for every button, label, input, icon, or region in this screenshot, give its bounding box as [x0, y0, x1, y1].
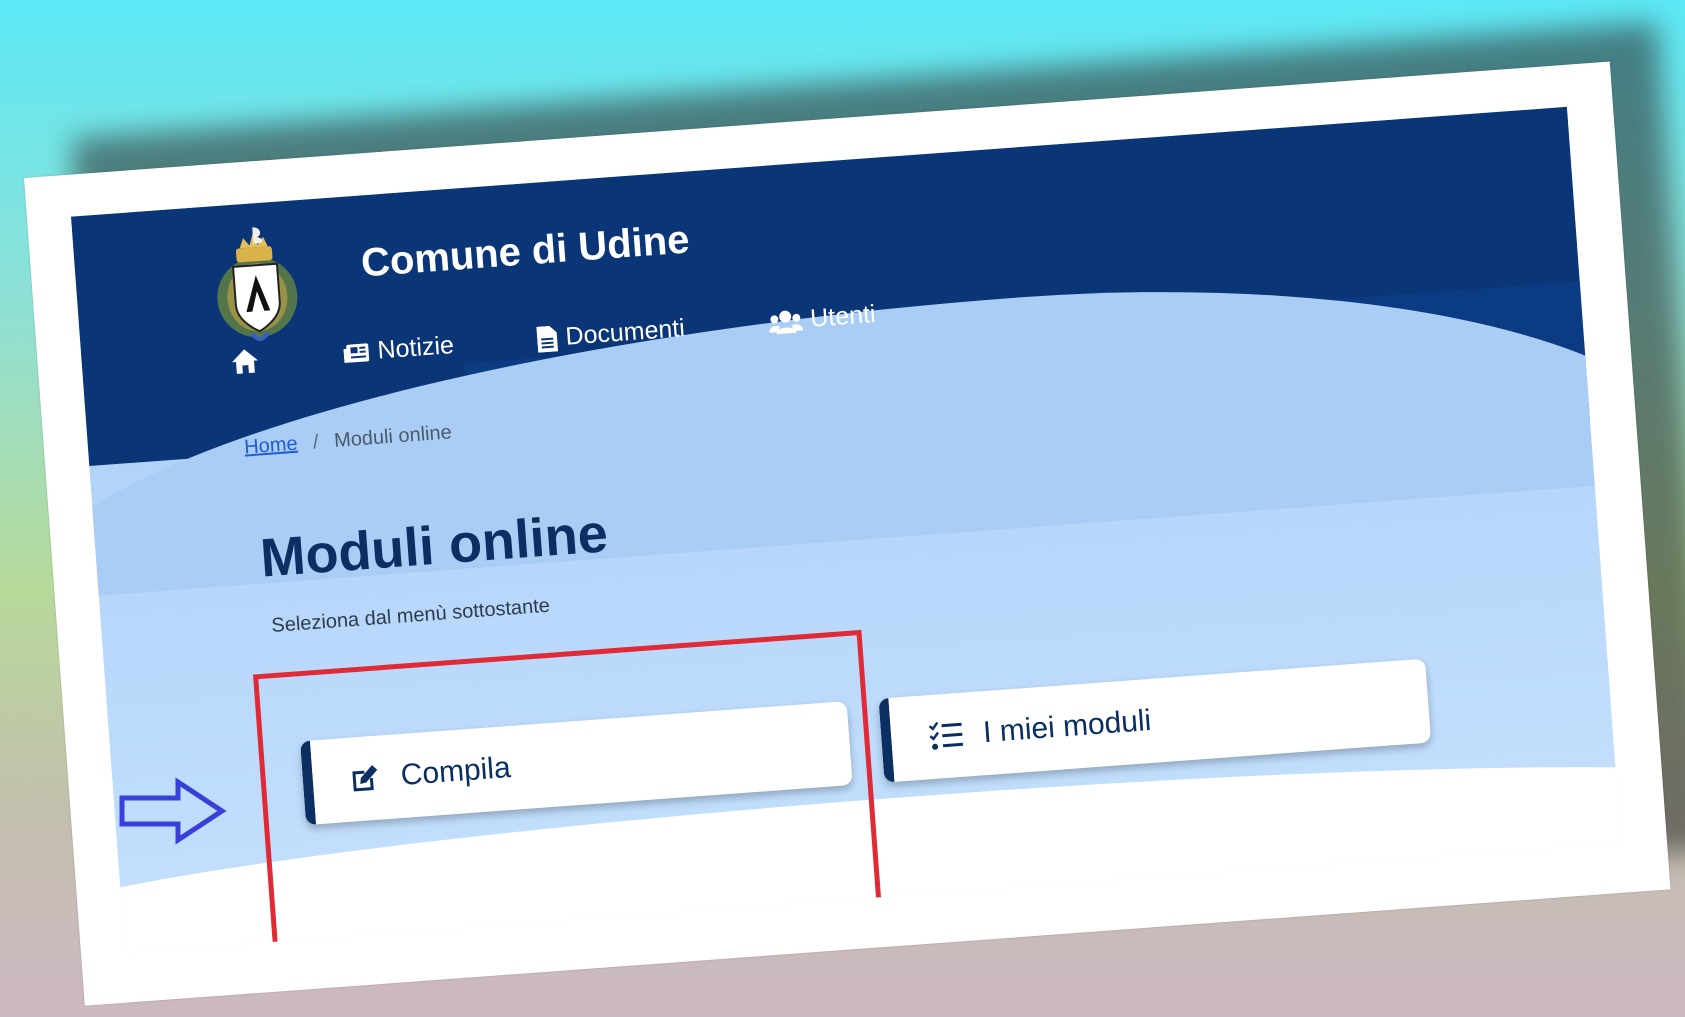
arrow-right-icon	[119, 777, 227, 845]
nav-home[interactable]	[229, 346, 261, 376]
municipal-crest-icon[interactable]	[204, 222, 309, 349]
nav-label: Notizie	[376, 331, 455, 365]
nav-label: Utenti	[809, 300, 877, 333]
screenshot-frame: Comune di Udine Notizie Documenti Utenti…	[24, 61, 1671, 1006]
highlight-box	[252, 629, 884, 953]
newspaper-icon	[343, 342, 370, 363]
website-viewport: Comune di Udine Notizie Documenti Utenti…	[70, 106, 1621, 953]
page-subtitle: Seleziona dal menù sottostante	[270, 594, 551, 638]
home-icon	[232, 348, 258, 374]
users-icon	[769, 310, 804, 334]
i-miei-moduli-label: I miei moduli	[981, 703, 1153, 750]
i-miei-moduli-button[interactable]: I miei moduli	[878, 658, 1432, 783]
document-icon	[536, 325, 559, 353]
breadcrumb-home-link[interactable]: Home	[244, 433, 299, 459]
checklist-icon	[928, 721, 964, 750]
breadcrumb-separator: /	[312, 431, 320, 454]
